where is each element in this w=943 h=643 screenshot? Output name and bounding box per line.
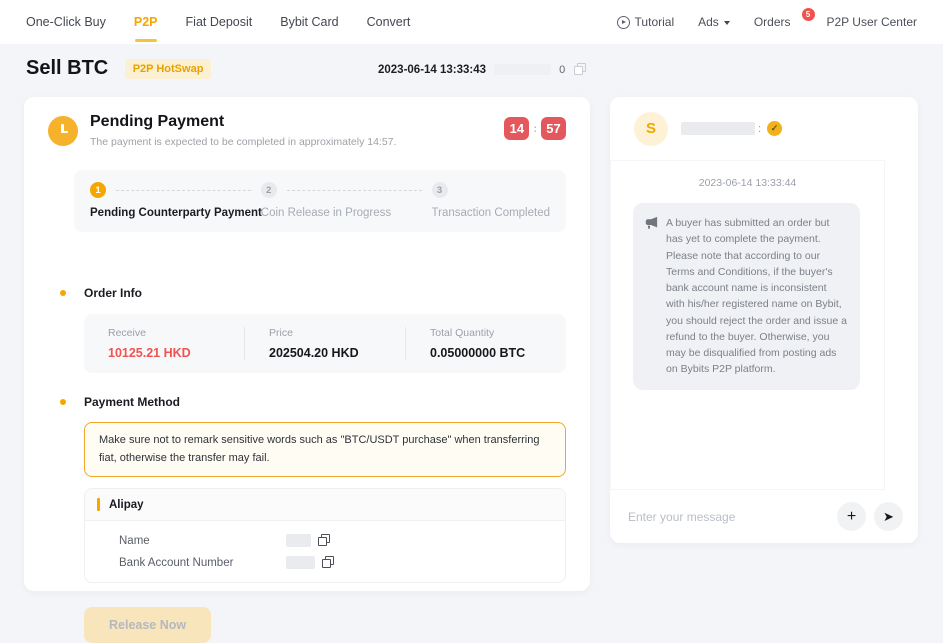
nav-tutorial-label: Tutorial (635, 15, 675, 29)
nav-p2p[interactable]: P2P (134, 0, 158, 44)
order-card: Pending Payment The payment is expected … (24, 97, 590, 591)
step-2-circle: 2 (261, 182, 277, 198)
order-status-title: Pending Payment (90, 113, 396, 131)
payment-field-name: Name (119, 534, 553, 547)
counterparty-name-suffix: : (758, 123, 761, 135)
order-number-suffix: 0 (559, 64, 565, 76)
chevron-down-icon (724, 21, 730, 25)
nav-ads-label: Ads (698, 15, 719, 29)
order-meta: 2023-06-14 13:33:43 0 (378, 63, 586, 76)
chat-message-list[interactable]: 2023-06-14 13:33:44 A buyer has submitte… (610, 160, 885, 490)
order-info-receive: Receive 10125.21 HKD (84, 327, 244, 360)
megaphone-icon (644, 216, 658, 230)
nav-right-group: Tutorial Ads Orders 5 P2P User Center (617, 15, 917, 29)
top-nav: One-Click Buy P2P Fiat Deposit Bybit Car… (0, 0, 943, 44)
step-connector (116, 190, 251, 191)
price-label: Price (269, 327, 405, 339)
order-status-subtitle: The payment is expected to be completed … (90, 136, 396, 148)
payment-method-header: Payment Method (60, 395, 566, 409)
payment-account-redacted (286, 556, 315, 569)
order-info-price: Price 202504.20 HKD (244, 327, 405, 360)
progress-steps: 1 Pending Counterparty Payment 2 Coin Re… (74, 170, 566, 232)
nav-tutorial[interactable]: Tutorial (617, 15, 675, 29)
counterparty-name-redacted (681, 122, 755, 135)
payment-field-account: Bank Account Number (119, 556, 553, 569)
chat-panel: S : ✓ 2023-06-14 13:33:44 A buyer has su… (610, 97, 918, 543)
receive-value: 10125.21 HKD (108, 346, 244, 360)
order-number-redacted (494, 64, 551, 75)
order-info-header: Order Info (60, 286, 566, 300)
timer-minutes: 14 (504, 117, 529, 140)
counterparty-avatar[interactable]: S (634, 112, 668, 146)
payment-name-label: Name (119, 535, 286, 547)
clock-icon (48, 116, 78, 146)
nav-orders[interactable]: Orders 5 (754, 15, 803, 29)
nav-bybit-card[interactable]: Bybit Card (280, 0, 338, 44)
send-message-button[interactable]: ➤ (874, 502, 903, 531)
step-connector (287, 190, 422, 191)
chat-timestamp: 2023-06-14 13:33:44 (611, 177, 884, 189)
quantity-value: 0.05000000 BTC (430, 346, 566, 360)
order-info-title: Order Info (84, 286, 142, 300)
nav-convert[interactable]: Convert (367, 0, 411, 44)
system-message-text: A buyer has submitted an order but has y… (666, 215, 848, 378)
payment-method-card: Alipay Name Bank Account Number (84, 488, 566, 583)
gold-dot-icon (60, 290, 66, 296)
copy-name-icon[interactable] (317, 534, 330, 547)
nav-p2p-user-center[interactable]: P2P User Center (827, 15, 918, 29)
payment-method-card-header: Alipay (85, 489, 565, 521)
release-now-button[interactable]: Release Now (84, 607, 211, 643)
chat-header: S : ✓ (610, 97, 918, 160)
payment-method-card-body: Name Bank Account Number (85, 521, 565, 582)
step-3-label: Transaction Completed (432, 207, 550, 219)
attach-plus-button[interactable]: + (837, 502, 866, 531)
page-header: Sell BTC P2P HotSwap 2023-06-14 13:33:43… (26, 57, 917, 87)
nav-ads[interactable]: Ads (698, 15, 730, 29)
hotswap-badge: P2P HotSwap (125, 59, 212, 79)
step-transaction-completed: 3 Transaction Completed (432, 182, 550, 219)
gold-dot-icon (60, 399, 66, 405)
receive-label: Receive (108, 327, 244, 339)
order-status-text: Pending Payment The payment is expected … (90, 113, 396, 148)
orders-count-badge: 5 (802, 8, 815, 21)
order-info-quantity: Total Quantity 0.05000000 BTC (405, 327, 566, 360)
copy-order-number-icon[interactable] (573, 63, 586, 76)
step-pending-payment: 1 Pending Counterparty Payment (90, 182, 261, 219)
accent-bar (97, 498, 100, 511)
chat-input-row: + ➤ (610, 490, 918, 543)
page-title: Sell BTC (26, 57, 108, 80)
quantity-label: Total Quantity (430, 327, 566, 339)
step-1-circle: 1 (90, 182, 106, 198)
order-created-timestamp: 2023-06-14 13:33:43 (378, 64, 486, 76)
order-status-row: Pending Payment The payment is expected … (48, 113, 566, 148)
copy-account-icon[interactable] (321, 556, 334, 569)
timer-separator: : (533, 123, 537, 135)
step-3-circle: 3 (432, 182, 448, 198)
countdown-timer: 14 : 57 (504, 117, 566, 140)
verified-badge-icon: ✓ (767, 121, 782, 136)
payment-method-title: Payment Method (84, 395, 180, 409)
timer-seconds: 57 (541, 117, 566, 140)
order-info-box: Receive 10125.21 HKD Price 202504.20 HKD… (84, 314, 566, 373)
chat-message-input[interactable] (628, 510, 829, 524)
price-value: 202504.20 HKD (269, 346, 405, 360)
step-2-label: Coin Release in Progress (261, 207, 432, 219)
step-1-label: Pending Counterparty Payment (90, 207, 261, 219)
step-coin-release: 2 Coin Release in Progress (261, 182, 432, 219)
nav-left-group: One-Click Buy P2P Fiat Deposit Bybit Car… (26, 0, 410, 44)
system-message-bubble: A buyer has submitted an order but has y… (633, 203, 860, 390)
nav-orders-label: Orders (754, 15, 791, 29)
nav-fiat-deposit[interactable]: Fiat Deposit (186, 0, 253, 44)
payment-name-redacted (286, 534, 311, 547)
payment-account-label: Bank Account Number (119, 557, 286, 569)
nav-one-click-buy[interactable]: One-Click Buy (26, 0, 106, 44)
payment-warning: Make sure not to remark sensitive words … (84, 422, 566, 477)
play-circle-icon (617, 16, 630, 29)
payment-method-name: Alipay (109, 499, 144, 511)
